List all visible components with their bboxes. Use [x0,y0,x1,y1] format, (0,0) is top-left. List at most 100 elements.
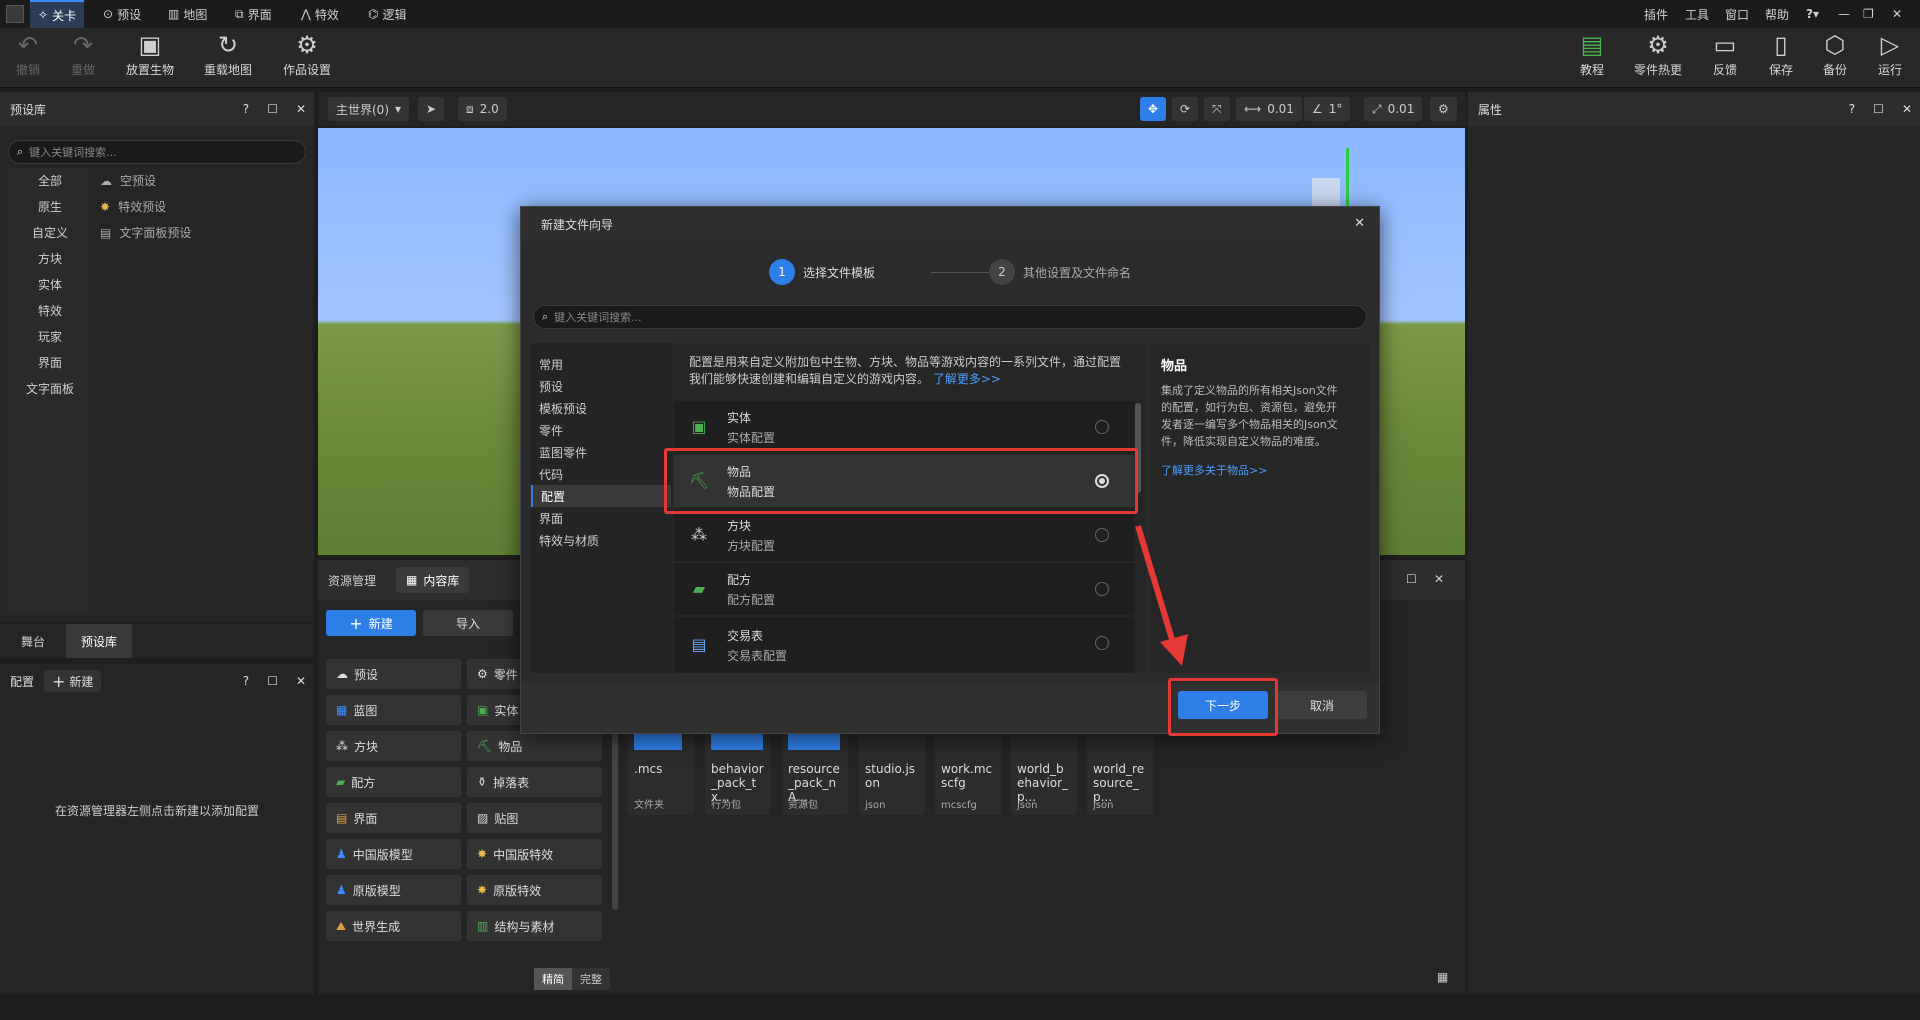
asset-type-ui[interactable]: ▤ 界面 [326,803,461,833]
tab-logic[interactable]: ⌬ 逻辑 [360,0,415,28]
file-item[interactable]: .mcs 文件夹 [628,720,694,815]
asset-type-blueprint[interactable]: ▦ 蓝图 [326,695,461,725]
close-icon[interactable]: ✕ [1892,0,1902,28]
dialog-category-preset[interactable]: 预设 [531,375,671,397]
asset-type-texture[interactable]: ▨ 贴图 [467,803,602,833]
help-icon[interactable]: ? [243,102,249,116]
preset-item-empty[interactable]: ☁ 空预设 [100,172,156,189]
file-item[interactable]: world_behavior_p... json [1011,720,1077,815]
asset-type-preset[interactable]: ☁ 预设 [326,659,461,689]
template-entity[interactable]: ▣ 实体 实体配置 [674,401,1134,453]
restore-icon[interactable]: ❐ [1863,0,1874,28]
tutorial-button[interactable]: ▤ 教程 [1557,32,1627,78]
world-select[interactable]: 主世界(0) ▾ [328,97,410,121]
rotate-tool-button[interactable]: ⟳ [1172,97,1199,121]
preset-item-text-panel[interactable]: ▤ 文字面板预设 [100,224,191,241]
dialog-category-effects-material[interactable]: 特效与材质 [531,529,671,551]
dialog-category-template-preset[interactable]: 模板预设 [531,397,671,419]
asset-type-block[interactable]: ⁂ 方块 [326,731,461,761]
dialog-category-blueprint-part[interactable]: 蓝图零件 [531,441,671,463]
tab-preset[interactable]: ⊙ 预设 [95,0,149,28]
template-block-radio[interactable] [1095,528,1109,542]
asset-type-item[interactable]: ⛏ 物品 [467,731,602,761]
full-toggle[interactable]: 完整 [572,968,610,990]
help-icon[interactable]: ? [243,674,249,688]
asset-type-loot[interactable]: ⚱ 掉落表 [467,767,602,797]
file-item[interactable]: behavior_pack_tx... 行为包 [705,720,771,815]
content-library-tab[interactable]: ▦ 内容库 [396,567,470,593]
maximize-icon[interactable]: ☐ [267,102,278,116]
asset-type-china-effect[interactable]: ✸ 中国版特效 [467,839,602,869]
dialog-search-input[interactable]: ⌕ 键入关键词搜索... [533,305,1367,329]
dialog-category-ui[interactable]: 界面 [531,507,671,529]
category-text-panel[interactable]: 文字面板 [10,380,90,397]
scale-step-button[interactable]: ⤢ 0.01 [1364,97,1423,121]
help-dropdown-icon[interactable]: ?▾ [1806,0,1819,28]
template-trade-table[interactable]: ▤ 交易表 交易表配置 [674,617,1134,673]
category-block[interactable]: 方块 [10,250,90,267]
close-icon[interactable]: ✕ [296,102,306,116]
close-icon[interactable]: ✕ [1434,572,1444,586]
tab-effects[interactable]: ⋀ 特效 [293,0,347,28]
detail-learn-more-link[interactable]: 了解更多关于物品>> [1161,462,1357,478]
category-player[interactable]: 玩家 [10,328,90,345]
tab-preset-library[interactable]: 预设库 [66,624,132,658]
dialog-category-code[interactable]: 代码 [531,463,671,485]
close-icon[interactable]: ✕ [296,674,306,688]
tab-stage[interactable]: 舞台 [0,624,66,658]
viewport-settings-button[interactable]: ⚙ [1430,97,1457,121]
dialog-category-part[interactable]: 零件 [531,419,671,441]
file-item[interactable]: work.mcscfg mcscfg [935,720,1001,815]
template-entity-radio[interactable] [1095,420,1109,434]
tab-map[interactable]: ▥ 地图 [160,0,215,28]
file-item[interactable]: world_resource_p... json [1087,720,1153,815]
asset-new-button[interactable]: + 新建 [326,610,416,636]
move-step-button[interactable]: ⟷ 0.01 [1236,97,1302,121]
redo-button[interactable]: ↷ 重做 [48,32,118,78]
close-icon[interactable]: ✕ [1354,216,1365,231]
dialog-category-common[interactable]: 常用 [531,353,671,375]
asset-type-structure[interactable]: ▥ 结构与素材 [467,911,602,941]
compact-toggle[interactable]: 精简 [534,968,572,990]
minimize-icon[interactable]: — [1838,0,1850,28]
category-all[interactable]: 全部 [10,172,90,189]
asset-type-vanilla-effect[interactable]: ✸ 原版特效 [467,875,602,905]
grid-view-icon[interactable]: ▦ [1437,970,1448,984]
template-block[interactable]: ⁂ 方块 方块配置 [674,509,1134,561]
dialog-category-config[interactable]: 配置 [531,485,671,507]
help-icon[interactable]: ? [1849,102,1855,116]
cancel-button[interactable]: 取消 [1277,691,1367,719]
category-effect[interactable]: 特效 [10,302,90,319]
category-native[interactable]: 原生 [10,198,90,215]
tab-level[interactable]: ✧ 关卡 [30,0,85,28]
maximize-icon[interactable]: ☐ [267,674,278,688]
tab-ui[interactable]: ⧉ 界面 [227,0,280,28]
category-entity[interactable]: 实体 [10,276,90,293]
menu-tools[interactable]: 工具 [1685,0,1709,28]
menu-help[interactable]: 帮助 [1765,0,1789,28]
intro-learn-more-link[interactable]: 了解更多>> [933,372,1001,386]
config-new-button[interactable]: + 新建 [44,670,102,692]
preset-item-effect[interactable]: ✸ 特效预设 [100,198,166,215]
reload-map-button[interactable]: ↻ 重载地图 [193,32,263,78]
navigate-button[interactable]: ➤ [418,97,445,121]
hot-reload-button[interactable]: ⚙ 零件热更 [1623,32,1693,78]
asset-type-recipe[interactable]: ▰ 配方 [326,767,461,797]
run-button[interactable]: ▷ 运行 [1855,32,1920,78]
file-item[interactable]: resource_pack_nA... 资源包 [782,720,848,815]
category-ui[interactable]: 界面 [10,354,90,371]
menu-window[interactable]: 窗口 [1725,0,1749,28]
menu-plugins[interactable]: 插件 [1644,0,1668,28]
rotate-step-button[interactable]: ∠ 1° [1304,97,1351,121]
project-settings-button[interactable]: ⚙ 作品设置 [272,32,342,78]
move-tool-button[interactable]: ✥ [1140,97,1167,121]
asset-import-button[interactable]: 导入 [423,610,513,636]
category-custom[interactable]: 自定义 [10,224,90,241]
template-recipe[interactable]: ▰ 配方 配方配置 [674,563,1134,615]
template-trade-table-radio[interactable] [1095,636,1109,650]
file-item[interactable]: studio.json json [859,720,925,815]
place-creature-button[interactable]: ▣ 放置生物 [115,32,185,78]
scale-tool-button[interactable]: ⤧ [1204,97,1230,121]
maximize-icon[interactable]: ☐ [1406,572,1417,586]
maximize-icon[interactable]: ☐ [1873,102,1884,116]
